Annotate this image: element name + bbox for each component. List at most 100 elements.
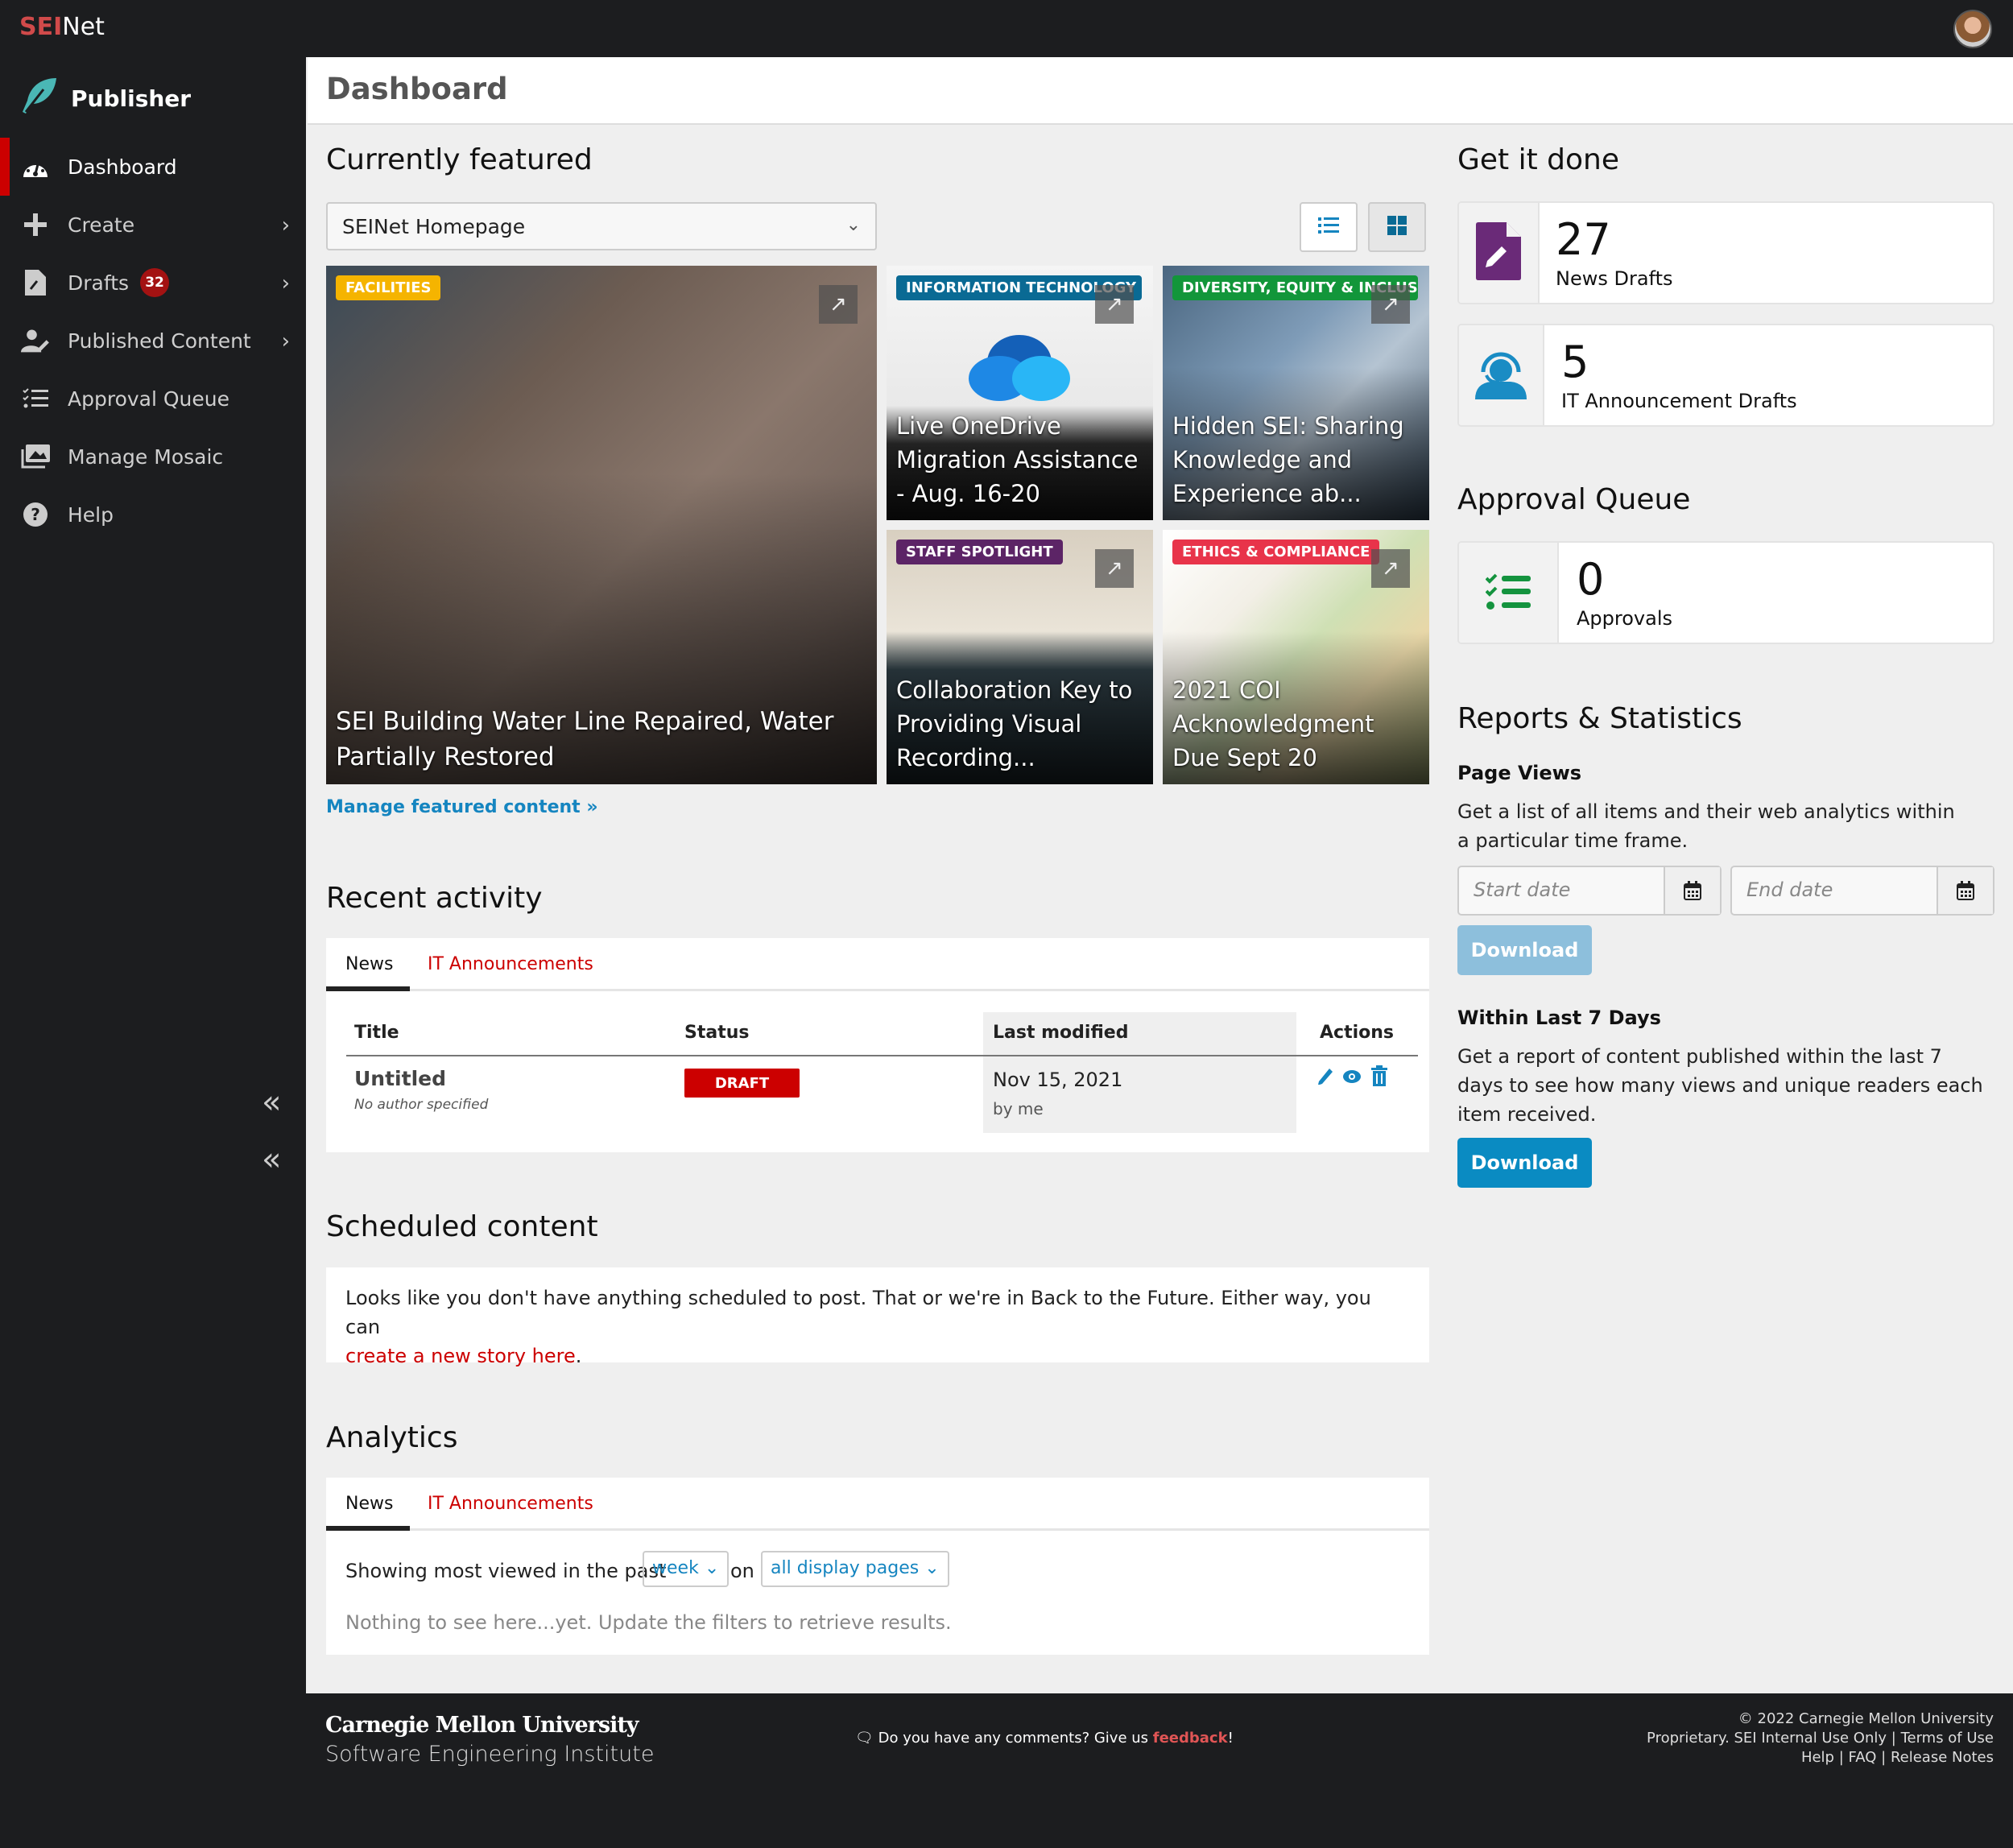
chevron-right-icon: › [281, 329, 290, 353]
create-story-link[interactable]: create a new story here [345, 1345, 576, 1367]
external-link-icon[interactable]: ↗ [1095, 285, 1134, 324]
analytics-filter-prefix: Showing most viewed in the past [345, 1560, 667, 1582]
featured-card-main[interactable]: FACILITIES ↗ SEI Building Water Line Rep… [326, 266, 877, 784]
collapse-sidebar-button[interactable]: « [262, 1086, 281, 1118]
card-title: 2021 COI Acknowledgment Due Sept 20 [1172, 676, 1374, 771]
cmu-wordmark: Carnegie Mellon University [325, 1713, 639, 1738]
scheduled-heading: Scheduled content [326, 1210, 598, 1243]
scheduled-panel: Looks like you don't have anything sched… [326, 1267, 1429, 1367]
sidebar-item-label: Drafts [68, 271, 130, 295]
row-modified-by: by me [993, 1099, 1044, 1118]
collapse-sidebar-button-secondary[interactable]: « [262, 1143, 281, 1176]
column-title[interactable]: Title [354, 1023, 399, 1043]
display-pages-select[interactable]: all display pages ⌄ [761, 1551, 949, 1587]
list-check-icon [21, 384, 50, 413]
scheduled-text: Looks like you don't have anything sched… [345, 1287, 1371, 1338]
top-bar: SEINet [0, 0, 2013, 57]
category-tag: FACILITIES [336, 275, 441, 300]
external-link-icon[interactable]: ↗ [1371, 549, 1410, 588]
headset-support-icon [1475, 348, 1527, 403]
sidebar-item-dashboard[interactable]: Dashboard [0, 138, 306, 196]
separator: | [1881, 1749, 1887, 1766]
start-date-field[interactable]: Start date [1457, 866, 1722, 916]
external-link-icon[interactable]: ↗ [819, 285, 858, 324]
release-notes-link[interactable]: Release Notes [1891, 1749, 1994, 1766]
list-check-icon [1485, 573, 1531, 613]
tab-news[interactable]: News [345, 1494, 393, 1514]
edit-pencil-icon[interactable] [1317, 1067, 1334, 1089]
double-chevron-right-icon: » [586, 797, 598, 817]
start-date-placeholder: Start date [1474, 879, 1571, 901]
end-date-field[interactable]: End date [1730, 866, 1994, 916]
period-select[interactable]: week ⌄ [643, 1551, 730, 1587]
card-title: SEI Building Water Line Repaired, Water … [336, 707, 834, 771]
card-title: Collaboration Key to Providing Visual Re… [896, 676, 1133, 771]
grid-view-button[interactable] [1368, 202, 1426, 252]
analytics-tabs: News IT Announcements [326, 1478, 1429, 1531]
sidebar-item-create[interactable]: Create › [0, 196, 306, 254]
tab-it-announcements[interactable]: IT Announcements [428, 1494, 593, 1514]
chevron-down-icon: ⌄ [845, 215, 861, 235]
feedback-suffix: ! [1227, 1730, 1234, 1747]
get-it-done-heading: Get it done [1457, 143, 1620, 176]
help-link[interactable]: Help [1801, 1749, 1834, 1766]
featured-card-staff-spotlight[interactable]: STAFF SPOTLIGHT ↗ Collaboration Key to P… [887, 530, 1153, 784]
stat-value: 27 [1556, 214, 1611, 265]
external-link-icon[interactable]: ↗ [1095, 549, 1134, 588]
page-views-description: Get a list of all items and their web an… [1457, 800, 1955, 852]
row-title[interactable]: Untitled [354, 1067, 446, 1090]
featured-heading: Currently featured [326, 143, 593, 176]
terms-link[interactable]: Terms of Use [1901, 1730, 1994, 1747]
news-drafts-card[interactable]: 27 News Drafts [1457, 201, 1994, 304]
manage-featured-link[interactable]: Manage featured content » [326, 797, 598, 817]
featured-card-onedrive[interactable]: INFORMATION TECHNOLOGY ↗ Live OneDrive M… [887, 266, 1153, 520]
brand-prefix: SEI [19, 13, 63, 41]
user-avatar[interactable] [1953, 10, 1992, 48]
list-view-icon [1318, 217, 1339, 238]
question-circle-icon: ? [21, 500, 50, 529]
status-badge: DRAFT [684, 1069, 800, 1098]
page-views-download-button[interactable]: Download [1457, 925, 1592, 975]
icon-box [1459, 203, 1540, 303]
featured-page-select[interactable]: SEINet Homepage ⌄ [326, 202, 877, 250]
icon-box [1459, 543, 1559, 643]
delete-trash-icon[interactable] [1371, 1065, 1387, 1089]
active-tab-indicator [326, 1526, 410, 1531]
proprietary-notice: Proprietary. SEI Internal Use Only [1647, 1730, 1887, 1747]
sidebar-item-help[interactable]: ? Help [0, 486, 306, 544]
sidebar-item-published-content[interactable]: Published Content › [0, 312, 306, 370]
column-last-modified[interactable]: Last modified [993, 1023, 1128, 1043]
brand-logo[interactable]: SEINet [19, 13, 105, 41]
page-title-bar: Dashboard [308, 57, 2013, 125]
category-tag: STAFF SPOTLIGHT [896, 540, 1063, 564]
calendar-icon[interactable] [1937, 867, 1993, 914]
sidebar-item-label: Manage Mosaic [68, 444, 224, 469]
svg-text:?: ? [31, 505, 40, 524]
approvals-card[interactable]: 0 Approvals [1457, 541, 1994, 644]
row-modified-date: Nov 15, 2021 [993, 1069, 1123, 1091]
sidebar-item-label: Published Content [68, 329, 251, 353]
analytics-empty-message: Nothing to see here...yet. Update the fi… [345, 1611, 952, 1634]
app-name: Publisher [71, 85, 192, 112]
sidebar-item-manage-mosaic[interactable]: Manage Mosaic [0, 428, 306, 486]
feedback-link[interactable]: feedback [1153, 1730, 1228, 1747]
table-header-divider [346, 1055, 1418, 1056]
column-status[interactable]: Status [684, 1023, 749, 1043]
publisher-home[interactable]: Publisher [19, 76, 191, 121]
it-announcement-drafts-card[interactable]: 5 IT Announcement Drafts [1457, 324, 1994, 427]
external-link-icon[interactable]: ↗ [1371, 285, 1410, 324]
sidebar-item-approval-queue[interactable]: Approval Queue [0, 370, 306, 428]
preview-eye-icon[interactable] [1342, 1069, 1362, 1088]
sidebar-item-drafts[interactable]: Drafts 32 › [0, 254, 306, 312]
faq-link[interactable]: FAQ [1849, 1749, 1877, 1766]
featured-card-hidden-sei[interactable]: DIVERSITY, EQUITY & INCLUSI... ↗ Hidden … [1163, 266, 1429, 520]
calendar-icon[interactable] [1664, 867, 1720, 914]
featured-card-ethics[interactable]: ETHICS & COMPLIANCE ↗ 2021 COI Acknowled… [1163, 530, 1429, 784]
tab-it-announcements[interactable]: IT Announcements [428, 954, 593, 974]
list-view-button[interactable] [1300, 202, 1358, 252]
stat-label: IT Announcement Drafts [1561, 390, 1797, 412]
file-pen-icon [21, 268, 50, 297]
last7-download-button[interactable]: Download [1457, 1138, 1592, 1188]
reports-heading: Reports & Statistics [1457, 702, 1742, 735]
tab-news[interactable]: News [345, 954, 393, 974]
